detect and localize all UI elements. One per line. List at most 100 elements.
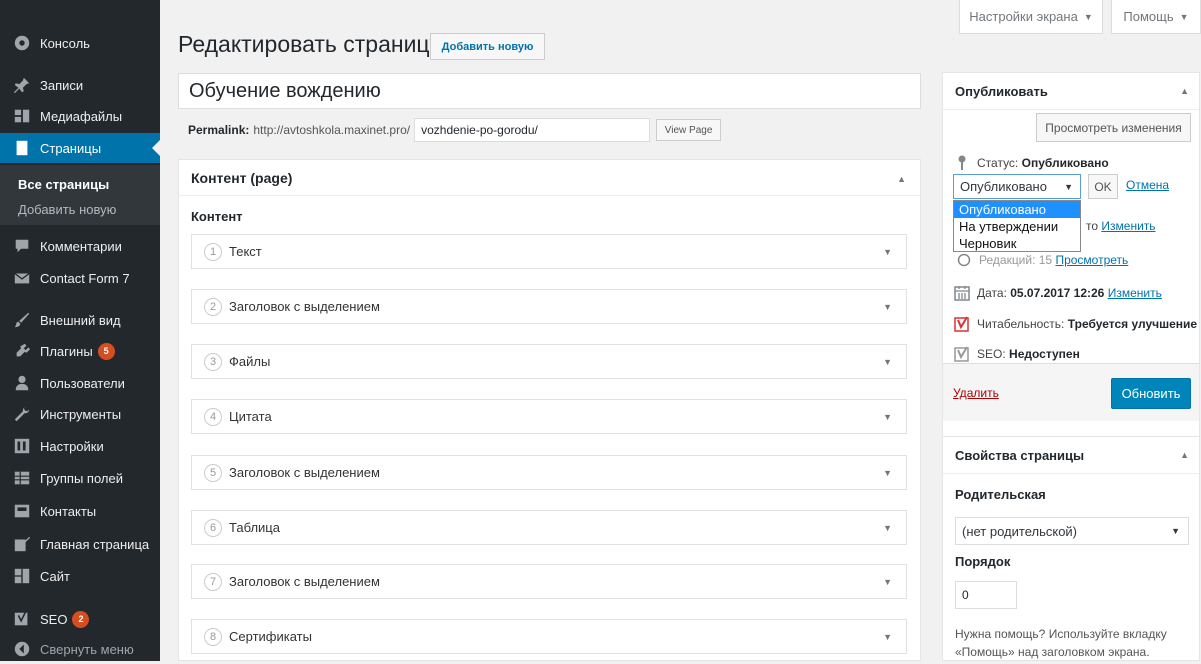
- status-option-draft[interactable]: Черновик: [954, 235, 1080, 252]
- permalink-slug-input[interactable]: vozhdenie-po-gorodu /: [414, 118, 651, 142]
- delete-link[interactable]: Удалить: [953, 386, 999, 400]
- layout-label: Таблица: [229, 520, 280, 535]
- publish-metabox-title: Опубликовать: [955, 83, 1048, 99]
- menu-item-contact-form[interactable]: Contact Form 7: [0, 263, 160, 293]
- permalink-row: Permalink: http://avtoshkola.maxinet.pro…: [188, 117, 722, 143]
- seo-notification-badge: 2: [72, 610, 90, 628]
- expand-down-icon[interactable]: ▼: [883, 302, 892, 312]
- menu-label: Главная страница: [40, 536, 150, 552]
- caret-down-icon: ▼: [1171, 526, 1180, 536]
- yoast-seo-icon: [953, 345, 971, 363]
- layout-row[interactable]: 6 Таблица ▼: [191, 510, 907, 545]
- menu-label: Свернуть меню: [40, 641, 134, 657]
- menu-item-media[interactable]: Медиафайлы: [0, 101, 160, 131]
- grid-icon: [12, 566, 32, 586]
- help-label: Помощь: [1123, 9, 1174, 24]
- menu-label: Плагины: [40, 343, 93, 359]
- expand-down-icon[interactable]: ▼: [883, 247, 892, 257]
- revisions-line: Редакций: 15 Просмотреть: [955, 251, 1128, 269]
- mail-icon: [12, 268, 32, 288]
- layout-order-number: 3: [204, 352, 222, 371]
- date-edit-link[interactable]: Изменить: [1108, 286, 1162, 300]
- layout-row[interactable]: 8 Сертификаты ▼: [191, 619, 907, 654]
- collapse-up-icon[interactable]: ▲: [1180, 86, 1189, 96]
- content-metabox-header[interactable]: Контент (page): [179, 160, 920, 196]
- menu-item-field-groups[interactable]: Группы полей: [0, 463, 160, 493]
- layout-row[interactable]: 3 Файлы ▼: [191, 344, 907, 379]
- expand-down-icon[interactable]: ▼: [883, 577, 892, 587]
- layout-row[interactable]: 2 Заголовок с выделением ▼: [191, 289, 907, 324]
- preview-changes-button[interactable]: Просмотреть изменения: [1036, 113, 1191, 142]
- status-dropdown-list: Опубликовано На утверждении Черновик: [953, 200, 1081, 252]
- add-new-page-button[interactable]: Добавить новую: [430, 33, 545, 60]
- menu-order-input[interactable]: 0: [955, 581, 1017, 609]
- layout-order-number: 1: [204, 242, 222, 261]
- menu-label: Страницы: [40, 140, 102, 156]
- post-status-select[interactable]: Опубликовано ▼: [953, 174, 1081, 199]
- expand-down-icon[interactable]: ▼: [883, 632, 892, 642]
- menu-item-posts[interactable]: Записи: [0, 70, 160, 100]
- help-tab[interactable]: Помощь ▼: [1111, 0, 1201, 34]
- menu-label: Комментарии: [40, 238, 122, 254]
- menu-item-dashboard[interactable]: Консоль: [0, 28, 160, 58]
- users-icon: [12, 373, 32, 393]
- visibility-line: то Изменить: [1086, 219, 1156, 233]
- update-button[interactable]: Обновить: [1111, 378, 1191, 409]
- menu-item-contacts[interactable]: Контакты: [0, 496, 160, 526]
- seo-label: SEO:: [977, 347, 1006, 361]
- page-attributes-header[interactable]: Свойства страницы ▲: [943, 437, 1199, 474]
- submenu-all-pages[interactable]: Все страницы: [18, 177, 109, 192]
- menu-item-users[interactable]: Пользователи: [0, 368, 160, 398]
- menu-item-appearance[interactable]: Внешний вид: [0, 305, 160, 335]
- caret-down-icon: ▼: [1083, 11, 1093, 22]
- page-attributes-title: Свойства страницы: [955, 447, 1085, 463]
- menu-item-site[interactable]: Сайт: [0, 561, 160, 591]
- expand-down-icon[interactable]: ▼: [883, 523, 892, 533]
- menu-label: Инструменты: [40, 406, 122, 422]
- post-title-input[interactable]: Обучение вождению: [178, 73, 921, 109]
- submenu-add-new[interactable]: Добавить новую: [18, 202, 116, 217]
- status-cancel-link[interactable]: Отмена: [1126, 178, 1169, 192]
- menu-item-pages[interactable]: Страницы: [0, 133, 160, 163]
- content-metabox-title: Контент (page): [191, 169, 293, 186]
- collapse-up-icon[interactable]: ▲: [1180, 450, 1189, 460]
- caret-down-icon: ▼: [1064, 181, 1073, 192]
- layout-row[interactable]: 5 Заголовок с выделением ▼: [191, 455, 907, 490]
- readability-label: Читабельность:: [977, 317, 1065, 331]
- screen-options-tab[interactable]: Настройки экрана ▼: [959, 0, 1103, 34]
- status-option-published[interactable]: Опубликовано: [954, 201, 1080, 218]
- menu-label: Внешний вид: [40, 312, 121, 328]
- screen-options-label: Настройки экрана: [969, 9, 1078, 24]
- menu-item-comments[interactable]: Комментарии: [0, 231, 160, 261]
- content-field-label: Контент: [191, 209, 243, 224]
- view-page-button[interactable]: View Page: [656, 119, 722, 141]
- menu-label: SEO: [40, 611, 68, 627]
- status-ok-button[interactable]: OK: [1088, 174, 1118, 199]
- layout-row[interactable]: 4 Цитата ▼: [191, 399, 907, 434]
- layout-order-number: 6: [204, 518, 222, 537]
- expand-down-icon[interactable]: ▼: [883, 357, 892, 367]
- layout-order-number: 8: [204, 627, 222, 646]
- layout-row[interactable]: 1 Текст ▼: [191, 234, 907, 269]
- layout-row[interactable]: 7 Заголовок с выделением ▼: [191, 564, 907, 599]
- post-status-line: Статус: Опубликовано: [953, 154, 1109, 172]
- menu-item-tools[interactable]: Инструменты: [0, 399, 160, 429]
- publish-metabox-header[interactable]: Опубликовать ▲: [943, 73, 1199, 110]
- menu-item-plugins[interactable]: Плагины 5: [0, 336, 160, 366]
- status-option-pending[interactable]: На утверждении: [954, 218, 1080, 235]
- expand-down-icon[interactable]: ▼: [883, 412, 892, 422]
- revisions-browse-link[interactable]: Просмотреть: [1055, 253, 1128, 267]
- menu-label: Консоль: [40, 35, 90, 51]
- expand-down-icon[interactable]: ▼: [883, 468, 892, 478]
- visibility-edit-link[interactable]: Изменить: [1101, 219, 1155, 233]
- publish-date-line: Дата: 05.07.2017 12:26 Изменить: [953, 284, 1162, 302]
- menu-item-settings[interactable]: Настройки: [0, 431, 160, 461]
- collapse-up-icon[interactable]: ▲: [897, 174, 906, 184]
- collapse-menu-button[interactable]: Свернуть меню: [0, 634, 160, 664]
- permalink-base: http://avtoshkola.maxinet.pro/: [253, 123, 411, 137]
- parent-page-select[interactable]: (нет родительской) ▼: [955, 517, 1189, 545]
- plugin-icon: [12, 341, 32, 361]
- menu-item-seo[interactable]: SEO 2: [0, 604, 160, 634]
- layout-order-number: 2: [204, 297, 222, 316]
- menu-item-home-page[interactable]: Главная страница: [0, 529, 160, 559]
